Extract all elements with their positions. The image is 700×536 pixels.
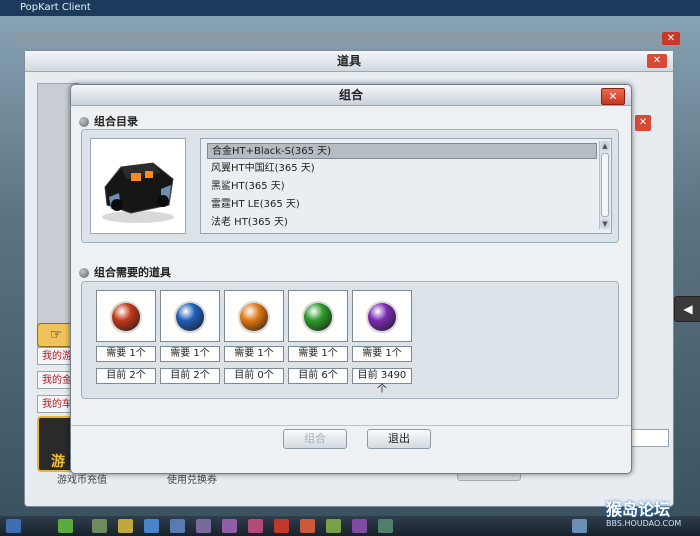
scroll-up-icon[interactable]: ▲ bbox=[600, 141, 610, 151]
item-subpanel-close-button[interactable]: ✕ bbox=[635, 115, 651, 131]
requirements-header: 组合需要的道具 bbox=[79, 264, 171, 280]
taskbar-app-icon[interactable] bbox=[274, 519, 289, 533]
required-count: 需要 1个 bbox=[160, 346, 220, 362]
blue-orb-icon bbox=[176, 303, 204, 331]
game-top-bar: ✕ bbox=[14, 32, 684, 46]
taskbar-app-icon[interactable] bbox=[326, 519, 341, 533]
taskbar-app-icon[interactable] bbox=[92, 519, 107, 533]
orange-orb-icon bbox=[240, 303, 268, 331]
collapse-arrow-icon[interactable]: ◀ bbox=[674, 296, 700, 322]
taskbar-app-icon[interactable] bbox=[222, 519, 237, 533]
combine-button[interactable]: 组合 bbox=[283, 429, 347, 449]
catalog-header-label: 组合目录 bbox=[94, 115, 138, 128]
taskbar-app-icon[interactable] bbox=[118, 519, 133, 533]
item-slot bbox=[352, 290, 412, 342]
exit-button[interactable]: 退出 bbox=[367, 429, 431, 449]
required-count: 需要 1个 bbox=[288, 346, 348, 362]
watermark-url: BBS.HOUDAO.COM bbox=[606, 519, 682, 528]
divider bbox=[71, 425, 631, 426]
current-count: 目前 2个 bbox=[96, 368, 156, 384]
watermark-logo: 猴岛论坛 bbox=[606, 500, 671, 519]
item-window-close-button[interactable]: ✕ bbox=[647, 54, 667, 68]
combo-list-item[interactable]: 雷霆HT LE(365 天) bbox=[207, 197, 597, 213]
combo-list-item[interactable]: 黑鲨HT(365 天) bbox=[207, 179, 597, 195]
green-orb-icon bbox=[304, 303, 332, 331]
combo-list-item[interactable]: 法老 HT(365 天) bbox=[207, 215, 597, 231]
taskbar-app-icon[interactable] bbox=[572, 519, 587, 533]
item-slot bbox=[96, 290, 156, 342]
scroll-down-icon[interactable]: ▼ bbox=[600, 219, 610, 229]
background-input[interactable] bbox=[629, 429, 669, 447]
item-slot bbox=[160, 290, 220, 342]
taskbar-app-icon[interactable] bbox=[378, 519, 393, 533]
catalog-panel: 合金HT+Black-S(365 天) 风翼HT中国红(365 天) 黑鲨HT(… bbox=[81, 129, 619, 243]
combo-list-item[interactable]: 风翼HT中国红(365 天) bbox=[207, 161, 597, 177]
required-count: 需要 1个 bbox=[352, 346, 412, 362]
combo-dialog: 组合 ✕ 组合目录 合金HT+Black-S(365 天) 风翼HT中国红(36… bbox=[70, 84, 632, 474]
current-count: 目前 2个 bbox=[160, 368, 220, 384]
taskbar-app-icon[interactable] bbox=[300, 519, 315, 533]
requirements-panel: 需要 1个 目前 2个 需要 1个 目前 2个 需要 1个 目前 0个 需要 1… bbox=[81, 281, 619, 399]
required-count: 需要 1个 bbox=[96, 346, 156, 362]
taskbar-app-icon[interactable] bbox=[352, 519, 367, 533]
purple-orb-icon bbox=[368, 303, 396, 331]
kart-preview-image bbox=[90, 138, 186, 234]
combo-list[interactable]: 合金HT+Black-S(365 天) 风翼HT中国红(365 天) 黑鲨HT(… bbox=[200, 138, 612, 234]
taskbar-app-icon[interactable] bbox=[58, 519, 73, 533]
bullet-icon bbox=[79, 117, 89, 127]
game-close-icon[interactable]: ✕ bbox=[662, 32, 680, 45]
catalog-header: 组合目录 bbox=[79, 113, 138, 129]
required-count: 需要 1个 bbox=[224, 346, 284, 362]
item-window-title: 道具 bbox=[25, 51, 673, 72]
current-count: 目前 6个 bbox=[288, 368, 348, 384]
taskbar-app-icon[interactable] bbox=[144, 519, 159, 533]
combo-list-item[interactable]: 合金HT+Black-S(365 天) bbox=[207, 143, 597, 159]
client-titlebar: PopKart Client bbox=[0, 0, 700, 16]
taskbar-app-icon[interactable] bbox=[196, 519, 211, 533]
bullet-icon bbox=[79, 268, 89, 278]
taskbar-app-icon[interactable] bbox=[248, 519, 263, 533]
red-orb-icon bbox=[112, 303, 140, 331]
taskbar-app-icon[interactable] bbox=[170, 519, 185, 533]
taskbar bbox=[0, 516, 700, 536]
current-count: 目前 3490个 bbox=[352, 368, 412, 395]
combo-close-button[interactable]: ✕ bbox=[601, 88, 625, 105]
start-icon[interactable] bbox=[6, 519, 21, 533]
combo-dialog-title: 组合 bbox=[338, 88, 363, 102]
list-scrollbar[interactable]: ▲ ▼ bbox=[599, 141, 610, 229]
kart-icon bbox=[102, 162, 174, 223]
requirements-header-label: 组合需要的道具 bbox=[94, 266, 171, 279]
current-count: 目前 0个 bbox=[224, 368, 284, 384]
scroll-thumb[interactable] bbox=[601, 153, 609, 217]
item-slot bbox=[288, 290, 348, 342]
item-slot bbox=[224, 290, 284, 342]
